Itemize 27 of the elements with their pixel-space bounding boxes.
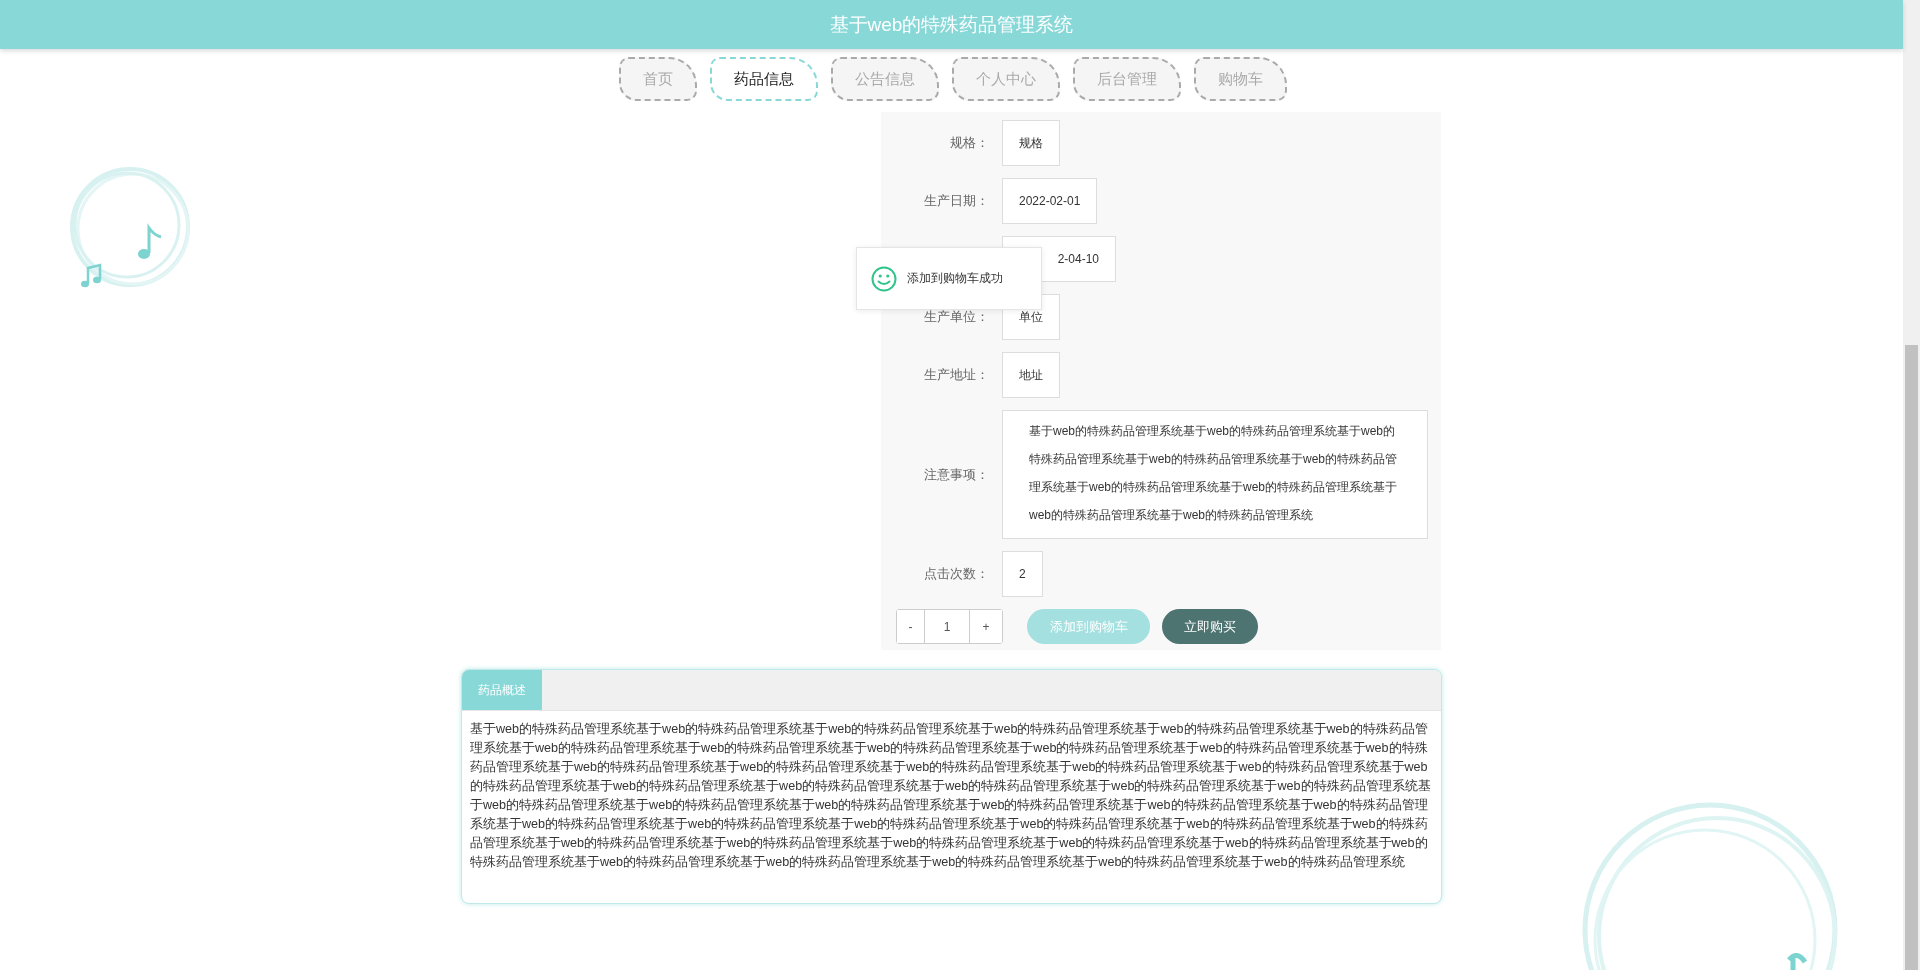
nav-tab[interactable]: 购物车 bbox=[1193, 57, 1287, 101]
field-label: 注意事项： bbox=[924, 466, 989, 482]
field-label: 生产日期： bbox=[924, 193, 989, 208]
nav-tab[interactable]: 首页 bbox=[618, 57, 697, 101]
field-label: 点击次数： bbox=[924, 566, 989, 581]
value-field: 规格 bbox=[1002, 120, 1060, 166]
scrollbar-thumb[interactable] bbox=[1905, 345, 1918, 970]
field-label: 生产单位： bbox=[924, 309, 989, 324]
value-field: 2 bbox=[1002, 551, 1043, 597]
nav-tab[interactable]: 公告信息 bbox=[830, 57, 939, 101]
value-field: 地址 bbox=[1002, 352, 1060, 398]
site-title: 基于web的特殊药品管理系统 bbox=[829, 12, 1074, 37]
smiley-icon bbox=[871, 265, 897, 292]
nav-tab[interactable]: 后台管理 bbox=[1072, 57, 1181, 101]
value-field: 2022-02-01 bbox=[1002, 178, 1098, 224]
notes-field: 基于web的特殊药品管理系统基于web的特殊药品管理系统基于web的特殊药品管理系统基于web的特殊药品管理系统基于web的特殊药品管理系统基于web的特殊药品管理系统基于web的特殊药品管理系统基于web的特殊药品管理系统基于web的特殊药品管理系统 bbox=[1002, 410, 1428, 539]
buy-now-button[interactable]: 立即购买 bbox=[1162, 609, 1258, 644]
decrease-button[interactable]: - bbox=[897, 610, 925, 643]
scrollbar[interactable] bbox=[1903, 0, 1920, 970]
nav-tab[interactable]: 个人中心 bbox=[951, 57, 1060, 101]
field-label: 规格： bbox=[950, 135, 989, 150]
field-label: 生产地址： bbox=[924, 367, 989, 382]
description-tab[interactable]: 药品概述 bbox=[462, 670, 542, 710]
toast-text: 添加到购物车成功 bbox=[907, 270, 1003, 287]
description-text: 基于web的特殊药品管理系统基于web的特殊药品管理系统基于web的特殊药品管理系统基于web的特殊药品管理系统基于web的特殊药品管理系统基于web的特殊药品管理系统基于web的特殊药品管理系统基于web的特殊药品管理系统基于web的特殊药品管理系统基于web的特殊药品管理系统基于web的特殊药品管理系统基于web的特殊药品管理系统基于web的特殊药品管理系统基于web的特殊药品管理系统基于web的特殊药品管理系统基于web的特殊药品管理系统基于web的特殊药品管理系统基于web的特殊药品管理系统基于web的特殊药品管理系统基于web的特殊药品管理系统基于web的特殊药品管理系统基于web的特殊药品管理系统基于web的特殊药品管理系统基于web的特殊药品管理系统基于web的特殊药品管理系统基于web的特殊药品管理系统基于web的特殊药品管理系统基于web的特殊药品管理系统基于web的特殊药品管理系统基于web的特殊药品管理系统基于web的特殊药品管理系统基于web的特殊药品管理系统基于web的特殊药品管理系统基于web的特殊药品管理系统基于web的特殊药品管理系统基于web的特殊药品管理系统基于web的特殊药品管理系统基于web的特殊药品管理系统基于web的特殊药品管理系统基于web的特殊药品管理系统基于web的特殊药品管理系统基于web的特殊药品管理系统基于web的特殊药品管理系统基于web的特殊药品管理系统基于web的特殊药品管理系统基于web的特殊药品管理系统 bbox=[469, 721, 1432, 871]
add-to-cart-button[interactable]: 添加到购物车 bbox=[1027, 609, 1150, 644]
nav-tab[interactable]: 药品信息 bbox=[709, 57, 818, 101]
